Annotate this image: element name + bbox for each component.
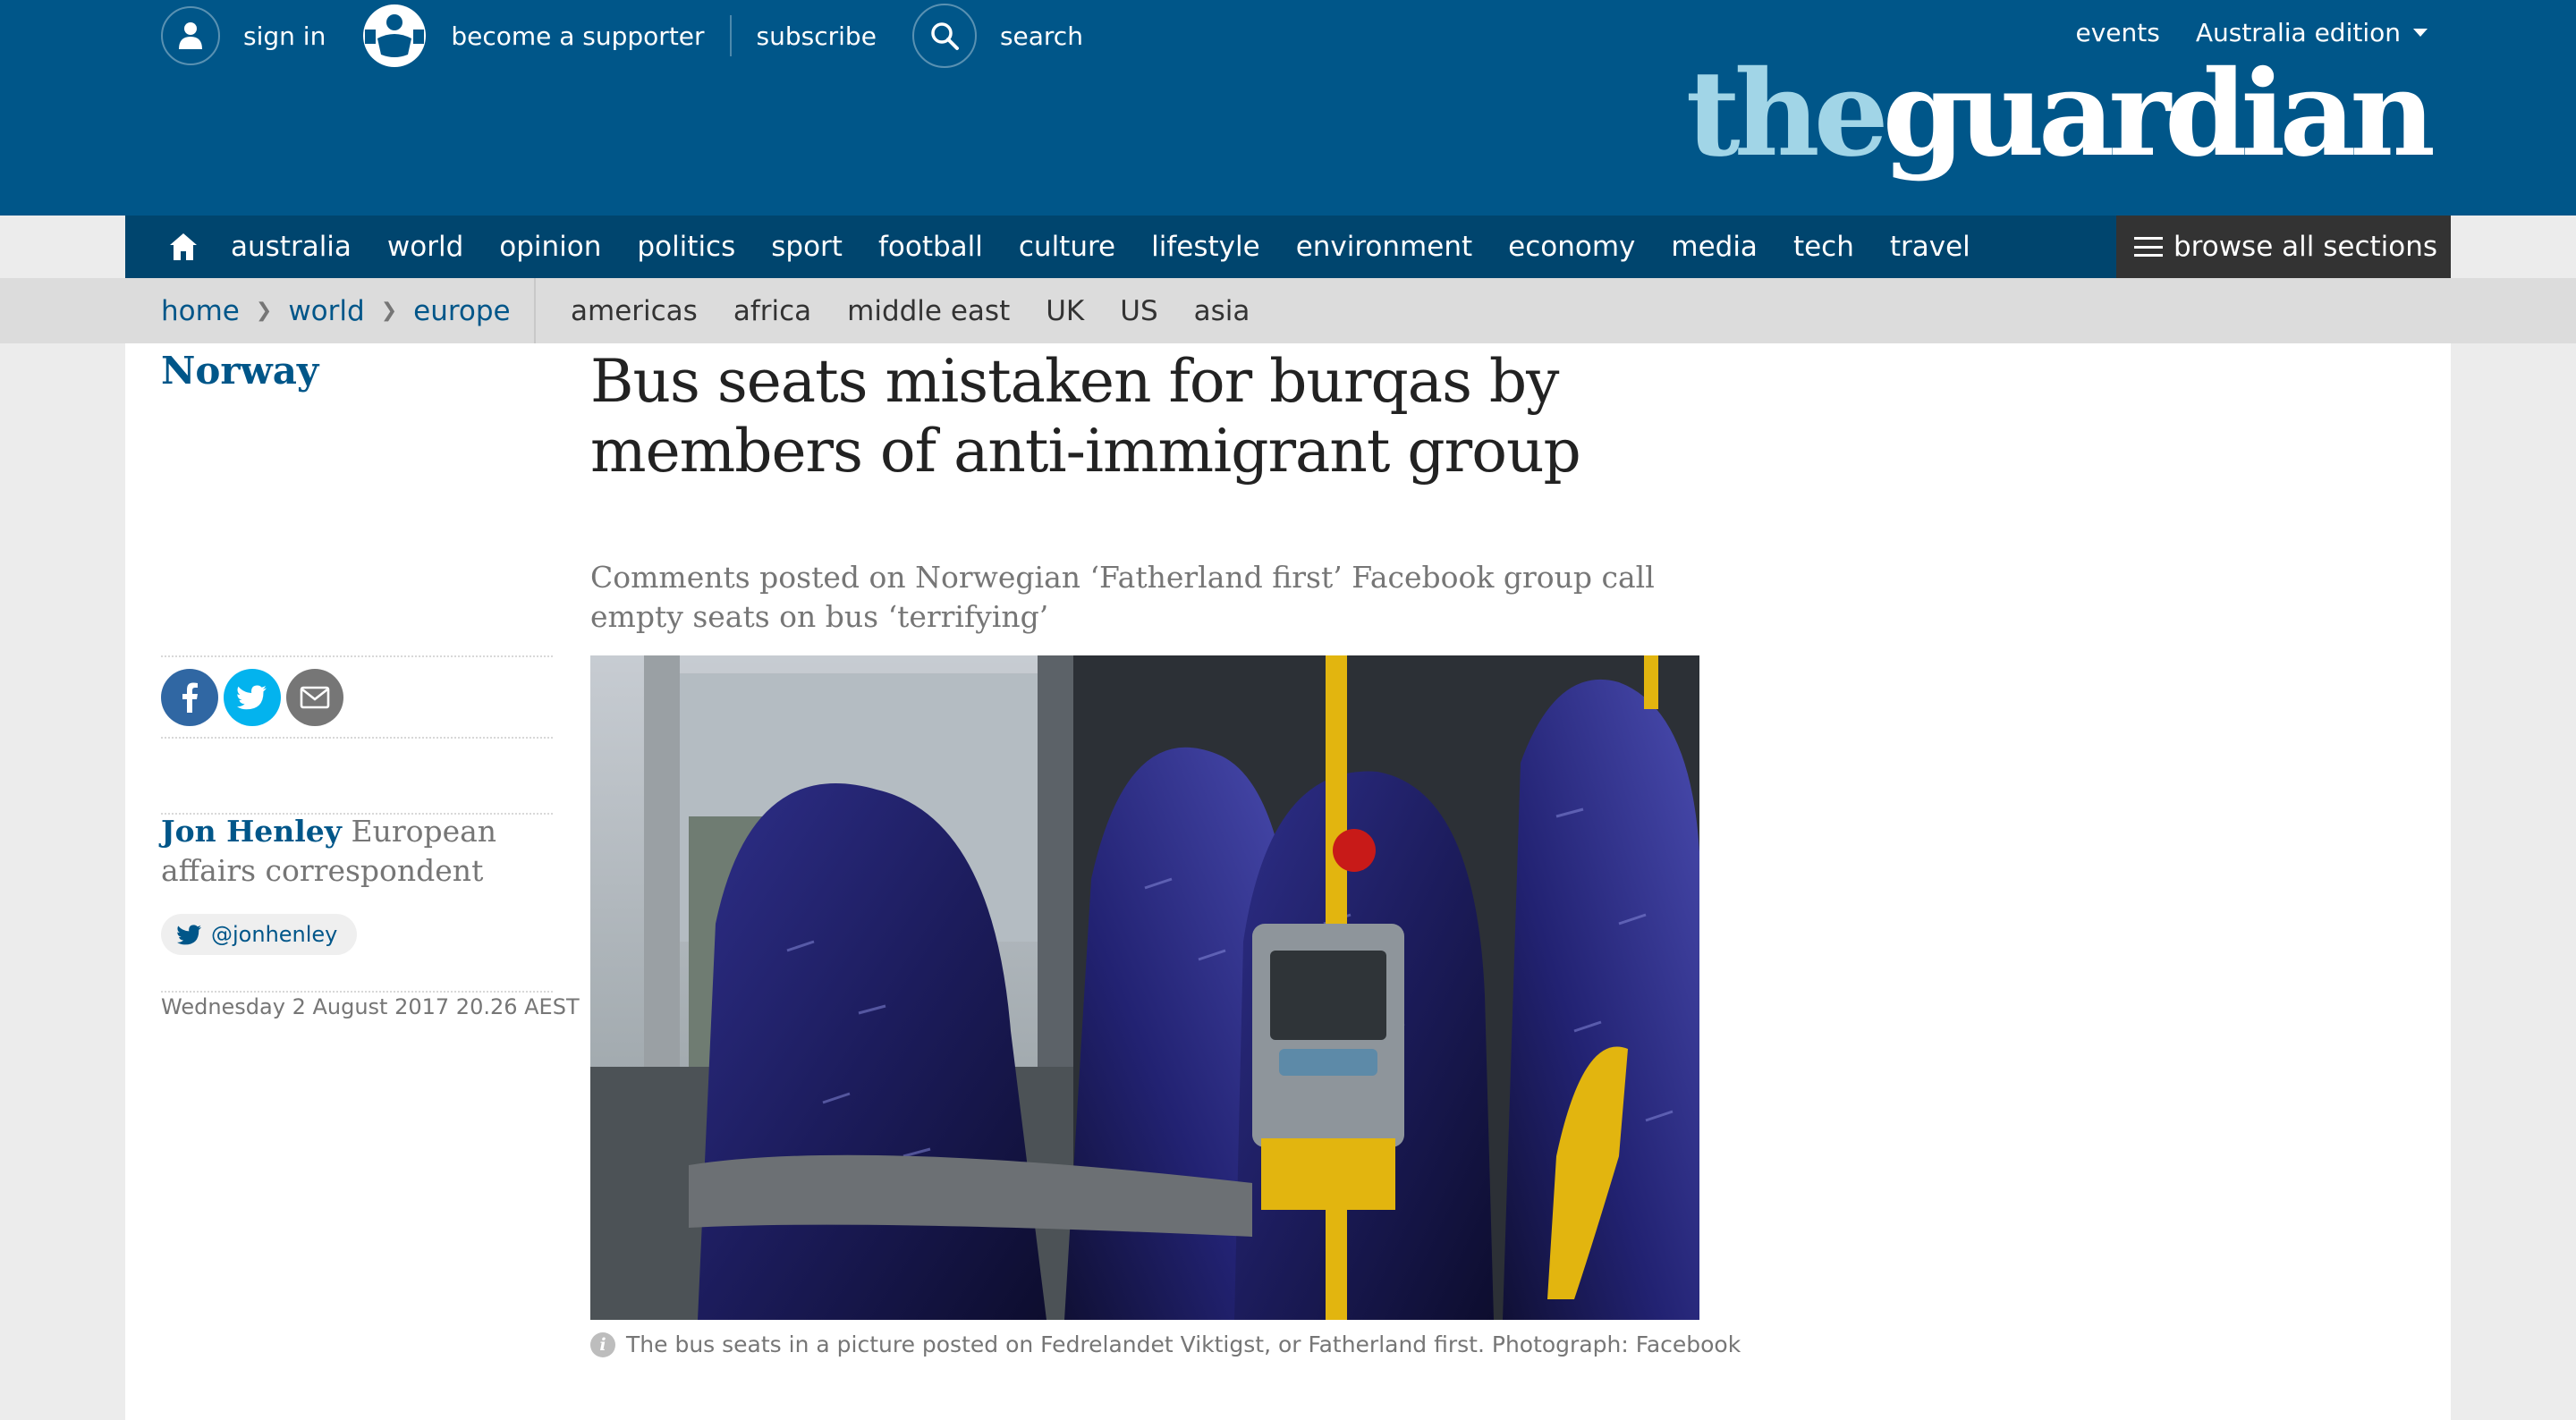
divider [161,991,553,993]
article-standfirst: Comments posted on Norwegian ‘Fatherland… [590,560,1655,634]
search-label: search [999,21,1083,51]
twitter-icon [177,924,202,944]
search-icon [911,4,977,68]
bus-seats-photo [590,655,1699,1320]
become-supporter-link[interactable]: become a supporter [361,3,705,69]
edition-label: Australia edition [2195,18,2401,47]
subnav-link-asia[interactable]: asia [1194,295,1250,327]
nav-item-lifestyle[interactable]: lifestyle [1151,231,1260,263]
nav-item-environment[interactable]: environment [1296,231,1472,263]
facebook-icon [182,682,198,713]
user-icon [161,6,220,65]
twitter-icon [237,685,267,710]
home-icon[interactable] [152,216,215,278]
search-button[interactable]: search [911,4,1083,68]
email-icon [300,686,330,709]
sub-navigation: home ❯ world ❯ europe americas africa mi… [0,278,2576,343]
edition-picker[interactable]: Australia edition [2196,18,2428,47]
subnav-link-middle-east[interactable]: middle east [847,295,1010,327]
guardian-logo[interactable]: theguardian [1686,55,2436,173]
nav-items: australia world opinion politics sport f… [213,231,1988,263]
sign-in-link[interactable]: sign in [161,6,326,65]
browse-all-sections-button[interactable]: browse all sections [2116,216,2451,278]
breadcrumb: home ❯ world ❯ europe [161,278,511,343]
chevron-right-icon: ❯ [380,300,398,322]
subnav-link-us[interactable]: US [1120,295,1157,327]
menu-icon [2134,237,2163,257]
nav-item-football[interactable]: football [878,231,983,263]
breadcrumb-home[interactable]: home [161,295,240,327]
become-supporter-label: become a supporter [451,21,705,51]
nav-item-sport[interactable]: sport [771,231,843,263]
main-navigation: australia world opinion politics sport f… [125,216,2451,278]
subnav-links: americas africa middle east UK US asia [571,278,1285,343]
top-bar: sign in become a supporter subscribe sea… [161,0,1083,72]
share-twitter-button[interactable] [224,669,281,726]
subnav-link-uk[interactable]: UK [1046,295,1084,327]
author-twitter-link[interactable]: @jonhenley [161,914,358,955]
article-main-image[interactable] [590,655,1699,1320]
section-label[interactable]: Norway [161,349,318,393]
nav-item-world[interactable]: world [387,231,463,263]
nav-item-tech[interactable]: tech [1793,231,1854,263]
subnav-link-americas[interactable]: americas [571,295,698,327]
nav-item-culture[interactable]: culture [1019,231,1115,263]
subscribe-link[interactable]: subscribe [757,21,877,51]
nav-item-australia[interactable]: australia [231,231,352,263]
article-container: Norway Bus seats mistaken for burqas by … [125,343,2451,1420]
author-name[interactable]: Jon Henley [161,814,342,849]
image-caption: i The bus seats in a picture posted on F… [590,1331,1741,1357]
divider [161,737,553,739]
sign-in-label: sign in [243,21,326,51]
share-buttons [161,669,349,726]
nav-item-media[interactable]: media [1671,231,1758,263]
guardian-roundel-icon [361,3,428,69]
info-icon[interactable]: i [590,1331,615,1357]
breadcrumb-europe[interactable]: europe [413,295,511,327]
nav-item-opinion[interactable]: opinion [499,231,601,263]
site-header: sign in become a supporter subscribe sea… [0,0,2576,216]
chevron-down-icon [2413,29,2428,37]
nav-item-politics[interactable]: politics [637,231,735,263]
nav-item-travel[interactable]: travel [1890,231,1970,263]
article-headline: Bus seats mistaken for burqas by members… [590,347,1581,486]
breadcrumb-world[interactable]: world [288,295,364,327]
logo-the: the [1685,45,1889,183]
top-right-links: events Australia edition [2075,18,2428,47]
share-facebook-button[interactable] [161,669,218,726]
divider [729,15,732,56]
events-link[interactable]: events [2075,18,2159,47]
subnav-link-africa[interactable]: africa [733,295,811,327]
nav-item-economy[interactable]: economy [1508,231,1635,263]
publish-date: Wednesday 2 August 2017 20.26 AEST [161,994,580,1019]
chevron-right-icon: ❯ [255,300,273,322]
logo-guardian: guardian [1882,45,2436,183]
browse-label: browse all sections [2174,231,2438,263]
divider [534,278,536,343]
twitter-handle: @jonhenley [211,922,338,947]
divider [161,655,553,657]
byline: Jon Henley European affairs corresponden… [161,812,572,891]
caption-text: The bus seats in a picture posted on Fed… [626,1331,1741,1357]
share-email-button[interactable] [286,669,343,726]
